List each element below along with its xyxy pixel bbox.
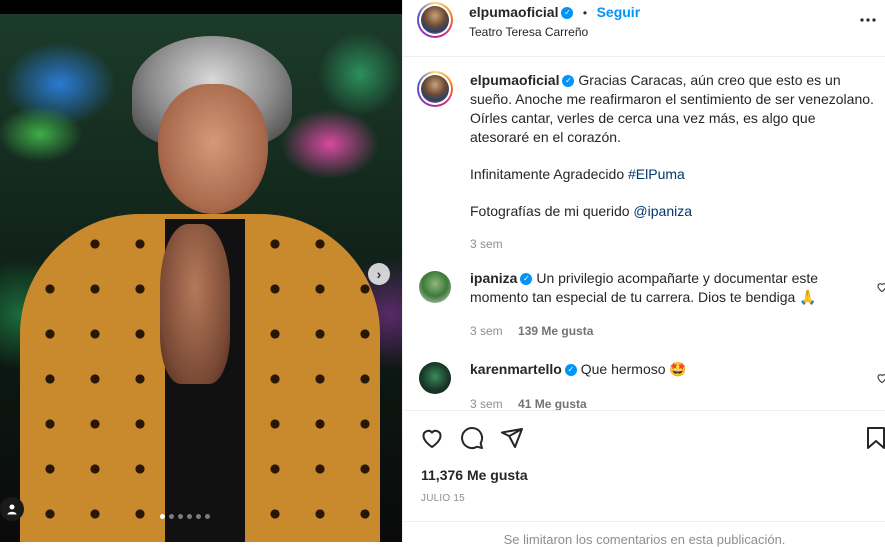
heart-icon [422, 429, 442, 448]
carousel-dot [205, 514, 210, 519]
author-username[interactable]: elpumaoficial [469, 4, 558, 20]
post-photo [0, 14, 402, 542]
caption-text-2: Infinitamente Agradecido [470, 166, 628, 182]
share-button[interactable] [499, 425, 525, 451]
chevron-right-icon: › [376, 266, 382, 282]
carousel-dot [196, 514, 201, 519]
commenter-avatar[interactable] [419, 271, 451, 303]
post-panel: elpumaoficial ✓ • Seguir Teatro Teresa Ca… [402, 0, 885, 547]
carousel-dot [160, 514, 165, 519]
comment-like-icon[interactable] [876, 281, 885, 293]
like-button[interactable] [419, 425, 445, 451]
comment-time[interactable]: 3 sem [470, 324, 503, 338]
commenter-username[interactable]: ipaniza [470, 270, 517, 286]
praying-hands [160, 224, 230, 384]
post-location[interactable]: Teatro Teresa Carreño [469, 25, 588, 39]
comment-icon [461, 427, 484, 450]
comment-like-icon[interactable] [876, 372, 885, 384]
carousel-dot [178, 514, 183, 519]
comment-body: karenmartello ✓ Que hermoso 🤩 [470, 360, 860, 379]
carousel-dot [169, 514, 174, 519]
verified-badge-icon: ✓ [520, 273, 533, 286]
comment-likes[interactable]: 139 Me gusta [518, 324, 593, 338]
send-icon [501, 428, 523, 448]
caption-time[interactable]: 3 sem [470, 235, 875, 254]
comments-disabled-notice: Se limitaron los comentarios en esta pub… [403, 521, 885, 547]
commenter-username[interactable]: karenmartello [470, 361, 562, 377]
author-avatar[interactable] [417, 2, 453, 38]
verified-badge-icon: ✓ [561, 6, 574, 19]
comments-scroll-area[interactable]: elpumaoficial ✓ Gracias Caracas, aún creo… [403, 57, 885, 410]
verified-badge-icon: ✓ [562, 75, 575, 88]
follow-button[interactable]: Seguir [597, 4, 641, 20]
mention-link[interactable]: @ipaniza [633, 203, 692, 219]
comment-meta: 3 sem 41 Me gusta [470, 397, 587, 410]
hashtag-link[interactable]: #ElPuma [628, 166, 685, 182]
comment-meta: 3 sem 139 Me gusta [470, 324, 593, 338]
face [158, 84, 268, 214]
carousel-dot [187, 514, 192, 519]
comment-button[interactable] [459, 425, 485, 451]
verified-badge-icon: ✓ [564, 364, 577, 377]
post-media[interactable]: › [0, 0, 402, 542]
likes-count[interactable]: 11,376 Me gusta [421, 467, 528, 483]
bookmark-icon [867, 427, 885, 449]
post-header: elpumaoficial ✓ • Seguir Teatro Teresa Ca… [403, 0, 885, 57]
more-options-button[interactable] [856, 8, 880, 32]
user-icon [7, 504, 17, 515]
caption-avatar[interactable] [417, 71, 453, 107]
carousel-next-button[interactable]: › [368, 263, 390, 285]
commenter-avatar[interactable] [419, 362, 451, 394]
caption-username[interactable]: elpumaoficial [470, 72, 559, 88]
post-actions: 11,376 Me gusta JULIO 15 Se limitaron lo… [403, 410, 885, 547]
comment-body: ipaniza ✓ Un privilegio acompañarte y doc… [470, 269, 860, 307]
caption: elpumaoficial ✓ Gracias Caracas, aún creo… [470, 71, 875, 254]
comment-text: Que hermoso 🤩 [580, 361, 687, 377]
post-date[interactable]: JULIO 15 [421, 493, 465, 504]
carousel-dots [160, 514, 210, 519]
media-top-bar [0, 0, 402, 14]
comment-likes[interactable]: 41 Me gusta [518, 397, 587, 410]
tagged-users-button[interactable] [0, 497, 24, 521]
caption-text-3: Fotografías de mi querido [470, 203, 634, 219]
save-button[interactable] [863, 425, 885, 451]
more-options-icon [860, 18, 876, 22]
comment-time[interactable]: 3 sem [470, 397, 503, 410]
separator-dot: • [582, 6, 588, 20]
